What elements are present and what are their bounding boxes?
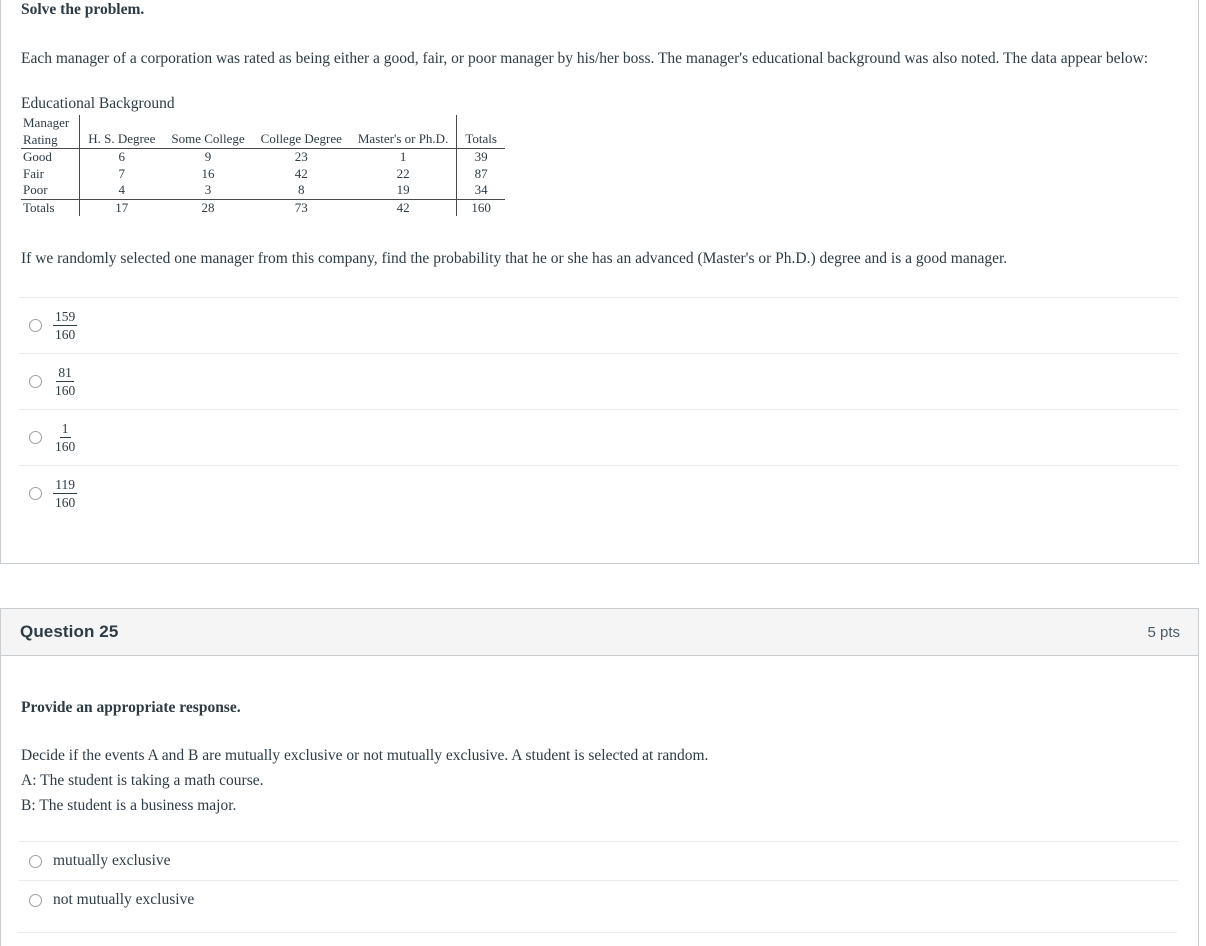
row-label-good: Good: [21, 148, 81, 166]
radio-button-icon[interactable]: [29, 487, 42, 500]
answer-option-3[interactable]: 1 160: [19, 409, 1178, 465]
radio-button-icon[interactable]: [29, 375, 42, 388]
column-header-hs-degree: H. S. Degree: [79, 115, 164, 149]
question-25-line-1: Decide if the events A and B are mutuall…: [21, 747, 709, 764]
cell-poor-hs: 4: [118, 182, 126, 197]
row-label-fair: Fair: [21, 165, 81, 182]
answer-option-1-fraction: 159 160: [53, 309, 78, 342]
table-row: Good 6 9 23 1 39: [21, 148, 505, 166]
answer-option-3-numerator: 1: [59, 421, 71, 438]
cell-totals-masters: 42: [349, 198, 457, 216]
cell-poor-some-college: 3: [204, 182, 212, 197]
educational-background-table: Manager Rating H. S. Degree Some College…: [21, 115, 505, 216]
cell-totals-some-college: 28: [163, 198, 253, 216]
row-label-totals: Totals: [21, 198, 81, 216]
question-24-container: Solve the problem. Each manager of a cor…: [0, 0, 1199, 564]
column-header-masters-phd: Master's or Ph.D.: [349, 115, 457, 149]
answer-option-4-numerator: 119: [53, 477, 77, 494]
cell-good-masters: 1: [399, 149, 407, 164]
question-24-intro-text: Each manager of a corporation was rated …: [21, 50, 1149, 67]
question-25-title: Question 25: [20, 622, 119, 641]
answer-option-not-mutually-exclusive-label: not mutually exclusive: [53, 891, 195, 908]
table-header: Manager Rating H. S. Degree Some College…: [21, 115, 505, 149]
table-row: Poor 4 3 8 19 34: [21, 182, 505, 199]
table-corner-header: Manager Rating: [21, 115, 81, 149]
question-25-line-3: B: The student is a business major.: [21, 797, 237, 814]
table-header-row: Manager Rating H. S. Degree Some College…: [21, 115, 505, 149]
radio-button-icon[interactable]: [29, 319, 42, 332]
question-25-points: 5 pts: [1147, 623, 1180, 641]
answer-option-4-denominator: 160: [55, 495, 76, 510]
question-25-prompt: Provide an appropriate response.: [21, 699, 241, 716]
cell-totals-hs: 17: [79, 198, 164, 216]
cell-fair-total: 87: [456, 165, 505, 182]
answer-option-3-fraction: 1 160: [53, 421, 77, 454]
answer-option-3-denominator: 160: [55, 439, 76, 454]
cell-grand-total: 160: [456, 198, 505, 216]
cell-fair-some-college: 16: [201, 165, 215, 181]
bottom-divider: [18, 932, 1177, 933]
cell-totals-college: 73: [252, 198, 350, 216]
answer-option-4-fraction: 119 160: [53, 477, 77, 510]
question-24-prompt: Solve the problem.: [21, 1, 145, 18]
question-24-body: Solve the problem. Each manager of a cor…: [1, 1, 1198, 521]
column-header-college-degree: College Degree: [252, 115, 350, 149]
column-header-totals: Totals: [456, 115, 505, 149]
cell-fair-college: 42: [294, 165, 308, 181]
cell-fair-masters: 22: [396, 165, 410, 181]
quiz-page: Solve the problem. Each manager of a cor…: [0, 0, 1206, 946]
question-25-container: Question 25 5 pts Provide an appropriate…: [0, 608, 1199, 946]
radio-button-icon[interactable]: [29, 893, 42, 907]
question-24-question-text: If we randomly selected one manager from…: [21, 250, 1008, 267]
answer-option-mutually-exclusive-label: mutually exclusive: [53, 852, 171, 869]
radio-button-icon[interactable]: [29, 431, 42, 444]
question-25-answers: mutually exclusive not mutually exclusiv…: [19, 841, 1178, 919]
cell-good-some-college: 9: [204, 149, 212, 164]
question-24-answers: 159 160 81 160 1 160 119 160: [19, 297, 1178, 521]
answer-option-2[interactable]: 81 160: [19, 353, 1178, 409]
cell-poor-total: 34: [456, 182, 505, 199]
radio-button-icon[interactable]: [29, 854, 42, 868]
answer-option-1-denominator: 160: [55, 327, 76, 342]
table-body: Good 6 9 23 1 39 Fair 7 16 42 22 87 Poor…: [21, 148, 505, 216]
table-caption: Educational Background: [21, 95, 175, 112]
answer-option-not-mutually-exclusive[interactable]: not mutually exclusive: [19, 880, 1178, 919]
answer-option-1-numerator: 159: [53, 309, 78, 326]
answer-option-4[interactable]: 119 160: [19, 465, 1178, 521]
question-25-line-2: A: The student is taking a math course.: [21, 772, 264, 789]
answer-option-1[interactable]: 159 160: [19, 297, 1178, 353]
row-label-poor: Poor: [21, 182, 81, 199]
column-header-some-college: Some College: [163, 115, 253, 149]
corner-label-line-1: Manager: [23, 115, 70, 130]
corner-label-line-2: Rating: [23, 131, 58, 147]
table-row: Fair 7 16 42 22 87: [21, 165, 505, 182]
answer-option-2-numerator: 81: [56, 365, 74, 382]
cell-good-hs: 6: [118, 149, 126, 164]
answer-option-2-denominator: 160: [55, 383, 76, 398]
question-25-header: Question 25 5 pts: [1, 609, 1198, 656]
answer-option-mutually-exclusive[interactable]: mutually exclusive: [19, 841, 1178, 880]
table-totals-row: Totals 17 28 73 42 160: [21, 198, 505, 216]
question-25-body: Provide an appropriate response. Decide …: [1, 699, 1198, 919]
cell-good-total: 39: [456, 148, 505, 166]
cell-fair-hs: 7: [118, 165, 126, 181]
cell-good-college: 23: [294, 149, 308, 164]
cell-poor-college: 8: [298, 182, 305, 197]
answer-option-2-fraction: 81 160: [53, 365, 77, 398]
cell-poor-masters: 19: [396, 182, 410, 197]
educational-background-table-block: Educational Background Manager Rating H.…: [21, 95, 1178, 216]
